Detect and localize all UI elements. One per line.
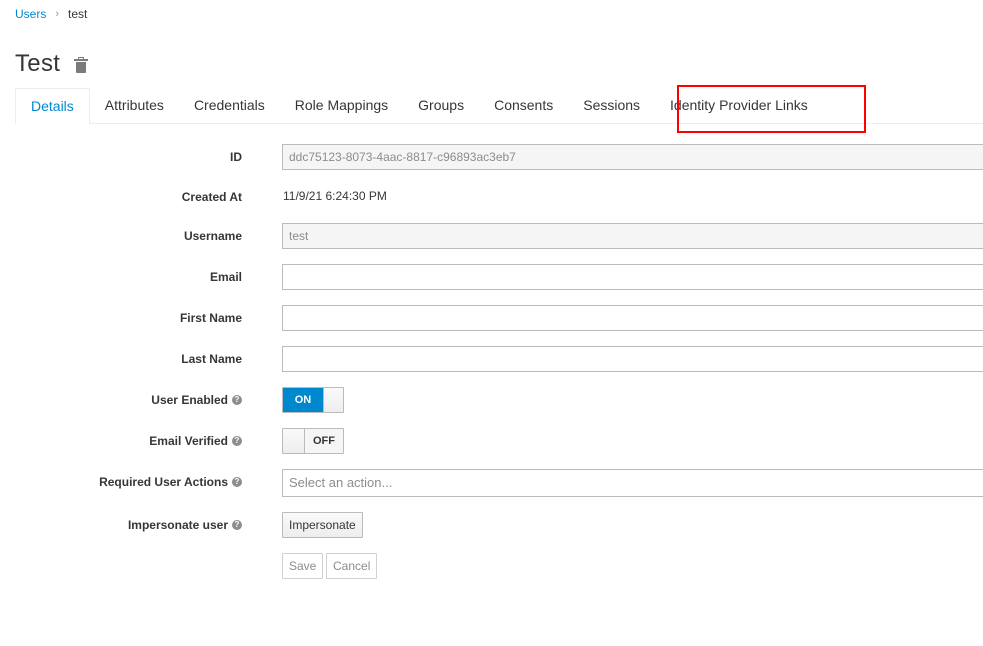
- impersonate-label-text: Impersonate user: [127, 518, 228, 532]
- impersonate-button[interactable]: Impersonate: [282, 512, 363, 538]
- tab-bar: Details Attributes Credentials Role Mapp…: [15, 88, 983, 125]
- first-name-field[interactable]: [282, 305, 983, 331]
- page-title: Test: [15, 50, 61, 77]
- question-circle-icon[interactable]: ?: [232, 436, 242, 446]
- trash-icon[interactable]: [74, 56, 89, 74]
- tab-credentials[interactable]: Credentials: [179, 88, 280, 124]
- tab-identity-provider-links[interactable]: Identity Provider Links: [655, 88, 823, 124]
- email-verified-toggle[interactable]: OFF: [282, 428, 344, 454]
- email-label: Email: [209, 270, 242, 284]
- question-circle-icon[interactable]: ?: [232, 395, 242, 405]
- save-button[interactable]: Save: [282, 553, 324, 579]
- breadcrumb-current: test: [68, 7, 88, 21]
- tab-consents[interactable]: Consents: [479, 88, 568, 124]
- toggle-knob: [283, 429, 305, 453]
- cancel-button[interactable]: Cancel: [326, 553, 378, 579]
- last-name-label: Last Name: [181, 352, 242, 366]
- username-label: Username: [183, 229, 242, 243]
- required-actions-select[interactable]: Select an action...: [282, 469, 983, 497]
- breadcrumb: Users › test: [15, 7, 87, 21]
- tab-details[interactable]: Details: [15, 88, 90, 125]
- email-verified-label-text: Email Verified: [149, 434, 228, 448]
- tab-sessions[interactable]: Sessions: [568, 88, 655, 124]
- toggle-state-label: ON: [283, 388, 323, 412]
- last-name-field[interactable]: [282, 346, 983, 372]
- required-actions-label: Required User Actions ?: [99, 475, 242, 489]
- toggle-knob: [323, 388, 343, 412]
- email-verified-label: Email Verified ?: [149, 434, 242, 448]
- first-name-label: First Name: [179, 311, 242, 325]
- created-at-label: Created At: [181, 190, 242, 204]
- tab-groups[interactable]: Groups: [403, 88, 479, 124]
- tab-attributes[interactable]: Attributes: [90, 88, 179, 124]
- breadcrumb-users-link[interactable]: Users: [15, 7, 46, 21]
- id-field: ddc75123-8073-4aac-8817-c96893ac3eb7: [282, 144, 983, 170]
- question-circle-icon[interactable]: ?: [232, 477, 242, 487]
- user-enabled-label: User Enabled ?: [151, 393, 242, 407]
- username-field: test: [282, 223, 983, 249]
- id-label: ID: [230, 150, 242, 164]
- impersonate-label: Impersonate user ?: [128, 518, 242, 532]
- user-enabled-toggle[interactable]: ON: [282, 387, 344, 413]
- breadcrumb-separator: ›: [55, 8, 60, 20]
- user-enabled-label-text: User Enabled: [151, 393, 228, 407]
- tab-role-mappings[interactable]: Role Mappings: [280, 88, 403, 124]
- email-field[interactable]: [282, 264, 983, 290]
- created-at-value: 11/9/21 6:24:30 PM: [283, 189, 387, 203]
- required-actions-label-text: Required User Actions: [99, 475, 228, 489]
- toggle-state-label: OFF: [305, 429, 343, 453]
- question-circle-icon[interactable]: ?: [232, 520, 242, 530]
- page-header: Test: [15, 50, 89, 78]
